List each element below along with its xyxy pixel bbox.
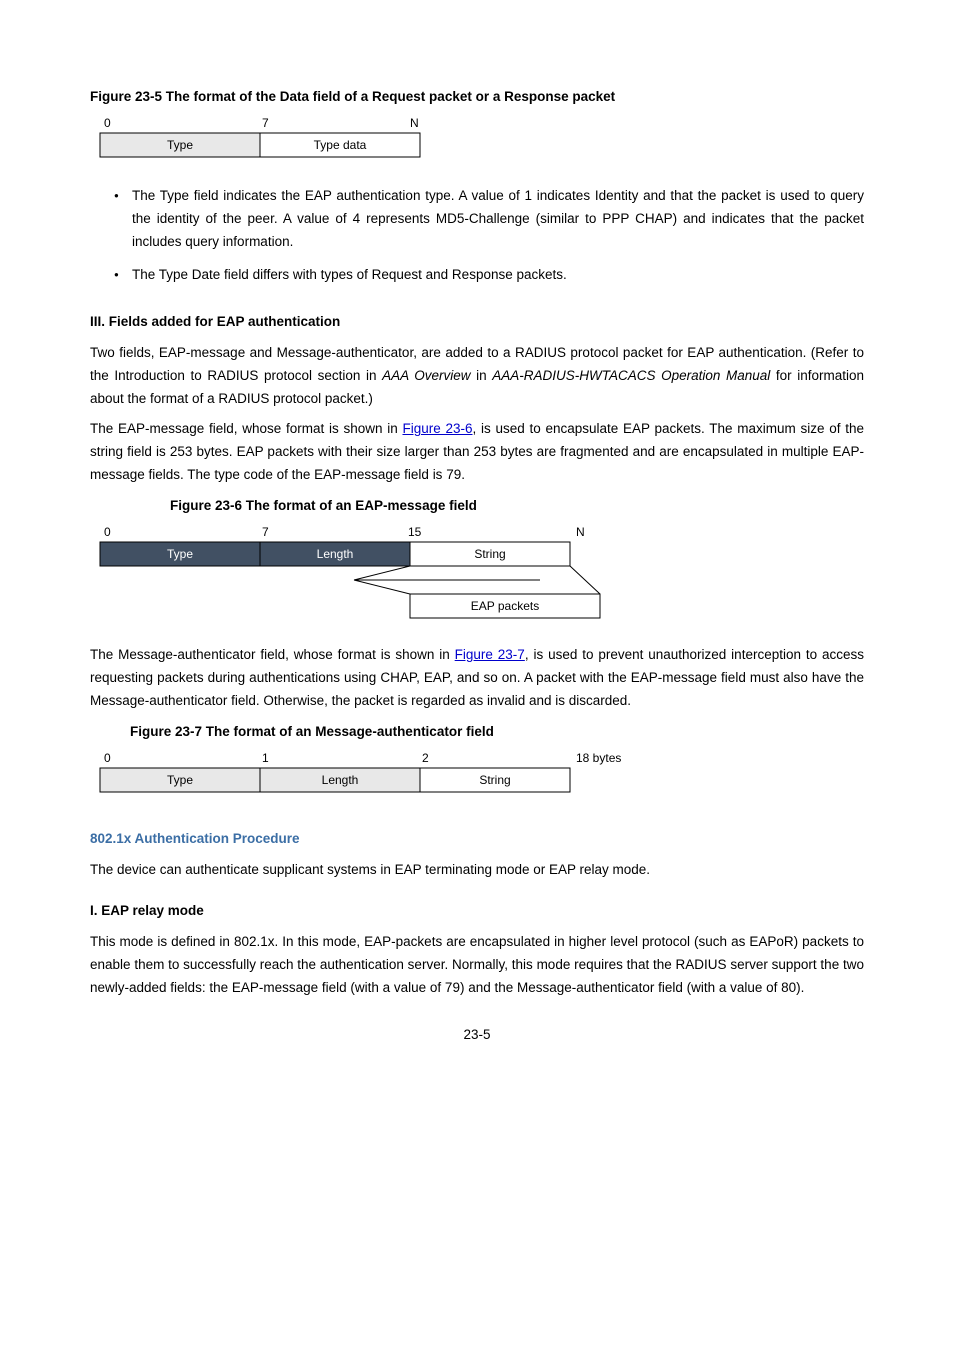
fig6-caption: Figure 23-6 The format of an EAP-message… [90, 495, 864, 518]
para-radius-intro: Two fields, EAP-message and Message-auth… [90, 342, 864, 411]
fig6-axis-0: 0 [104, 525, 111, 539]
fig6-line-4 [570, 566, 600, 594]
heading-eap-relay: I. EAP relay mode [90, 900, 864, 923]
link-figure-23-6[interactable]: Figure 23-6 [402, 421, 472, 436]
fig7-caption: Figure 23-7 The format of an Message-aut… [90, 721, 864, 744]
bullet-1: The Type field indicates the EAP authent… [114, 185, 864, 254]
fig6-axis-n: N [576, 525, 585, 539]
para-msgauth-a: The Message-authenticator field, whose f… [90, 647, 455, 662]
fig5-caption-text: The format of the Data field of a Reques… [162, 89, 615, 104]
fig5-type-label: Type [167, 138, 193, 152]
fig6-string-label: String [474, 547, 505, 561]
fig5-diagram: 0 7 N Type Type data [90, 115, 864, 165]
fig6-eap-label: EAP packets [471, 599, 539, 613]
fig5-caption: Figure 23-5 The format of the Data field… [90, 86, 864, 109]
fig5-axis-n: N [410, 116, 419, 130]
fig6-length-label: Length [317, 547, 354, 561]
fig7-length-label: Length [322, 773, 359, 787]
fig6-caption-prefix: Figure 23-6 [170, 498, 242, 513]
para-eapmsg: The EAP-message field, whose format is s… [90, 418, 864, 487]
fig7-string-label: String [479, 773, 510, 787]
fig5-data-label: Type data [314, 138, 367, 152]
bullet-2: The Type Date field differs with types o… [114, 264, 864, 287]
para-eapmsg-a: The EAP-message field, whose format is s… [90, 421, 402, 436]
link-figure-23-7[interactable]: Figure 23-7 [455, 647, 525, 662]
fig7-axis-1: 1 [262, 751, 269, 765]
fig6-line-2 [354, 580, 410, 594]
heading-radius-fields: III. Fields added for EAP authentication [90, 311, 864, 334]
para-radius-1d: AAA-RADIUS-HWTACACS Operation Manual [492, 368, 770, 383]
fig5-axis-7: 7 [262, 116, 269, 130]
page-number: 23-5 [90, 1024, 864, 1047]
para-auth-intro: The device can authenticate supplicant s… [90, 859, 864, 882]
fig5-caption-prefix: Figure 23-5 [90, 89, 162, 104]
fig6-line-1 [354, 566, 410, 580]
fig7-caption-prefix: Figure 23-7 [130, 724, 202, 739]
fig7-axis-2: 2 [422, 751, 429, 765]
fig6-diagram: 0 7 15 N Type Length String EAP packets [90, 524, 864, 624]
fig5-axis-0: 0 [104, 116, 111, 130]
fig7-axis-0: 0 [104, 751, 111, 765]
para-msgauth: The Message-authenticator field, whose f… [90, 644, 864, 713]
fig6-type-label: Type [167, 547, 193, 561]
fig7-diagram: 0 1 2 18 bytes Type Length String [90, 750, 864, 800]
para-radius-1b: AAA Overview [382, 368, 470, 383]
fig6-axis-7: 7 [262, 525, 269, 539]
para-eap-relay: This mode is defined in 802.1x. In this … [90, 931, 864, 1000]
para-radius-1c: in [471, 368, 493, 383]
fig7-caption-text: The format of an Message-authenticator f… [202, 724, 494, 739]
heading-auth-procedure: 802.1x Authentication Procedure [90, 828, 864, 851]
fig7-axis-18: 18 bytes [576, 751, 621, 765]
fig7-type-label: Type [167, 773, 193, 787]
bullet-list: The Type field indicates the EAP authent… [90, 185, 864, 287]
fig6-axis-15: 15 [408, 525, 422, 539]
fig6-caption-text: The format of an EAP-message field [242, 498, 477, 513]
